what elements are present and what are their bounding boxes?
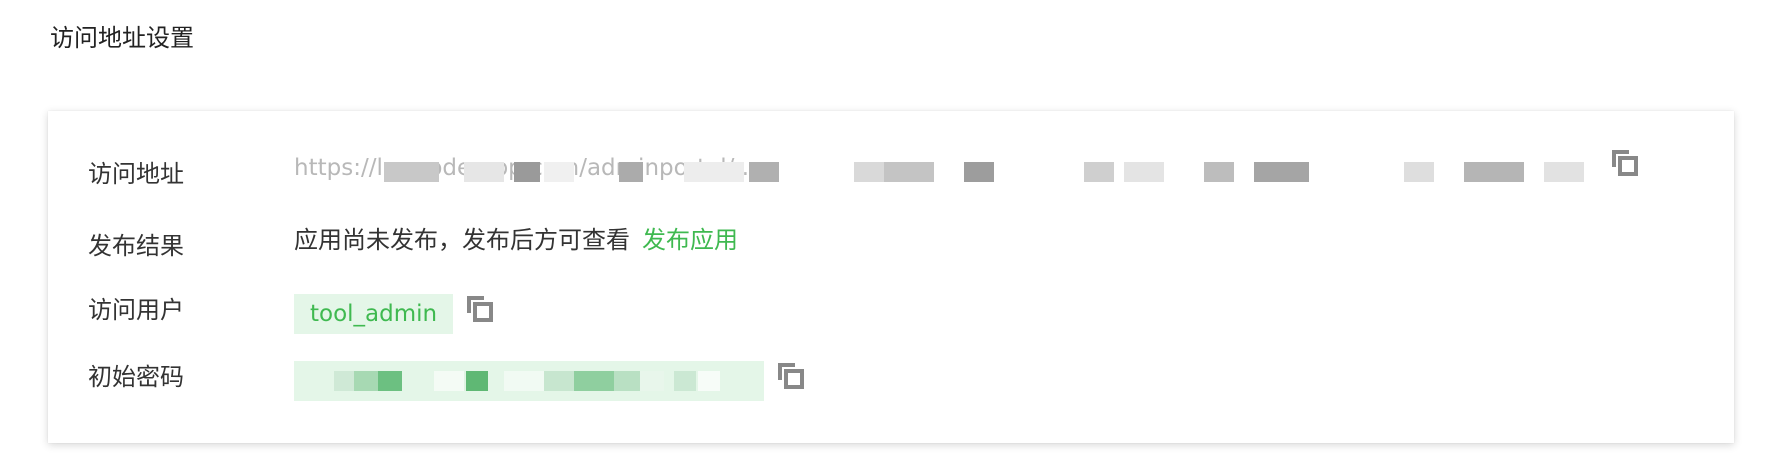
copy-address-icon[interactable]: [1612, 150, 1638, 176]
row-publish-result: 发布结果 应用尚未发布，发布后方可查看 发布应用: [48, 224, 1734, 268]
copy-password-icon[interactable]: [778, 363, 804, 389]
access-settings-card: 访问地址 https://lowcode-app.com/adminportal…: [48, 111, 1734, 443]
access-user-tag[interactable]: tool_admin: [294, 294, 454, 334]
access-address-label: 访问地址: [88, 160, 184, 188]
publish-status-text: 应用尚未发布，发布后方可查看: [294, 226, 630, 254]
initial-password-value-wrap: [294, 359, 804, 403]
publish-app-link[interactable]: 发布应用: [642, 218, 738, 262]
initial-password-redacted[interactable]: [294, 361, 764, 401]
access-address-value-wrap: https://lowcode-app.com/adminportal/...: [294, 146, 1638, 190]
row-access-user: 访问用户 tool_admin: [48, 288, 1734, 334]
row-access-address: 访问地址 https://lowcode-app.com/adminportal…: [48, 150, 1734, 196]
initial-password-label: 初始密码: [88, 363, 184, 391]
row-initial-password: 初始密码: [48, 355, 1734, 401]
url-redaction-mosaic: [384, 162, 1604, 182]
section-title: 访问地址设置: [50, 24, 194, 52]
access-user-value-wrap: tool_admin: [294, 292, 494, 336]
publish-result-value: 应用尚未发布，发布后方可查看 发布应用: [294, 218, 738, 262]
access-user-label: 访问用户: [88, 296, 184, 324]
copy-user-icon[interactable]: [467, 296, 494, 322]
publish-result-label: 发布结果: [88, 232, 184, 260]
